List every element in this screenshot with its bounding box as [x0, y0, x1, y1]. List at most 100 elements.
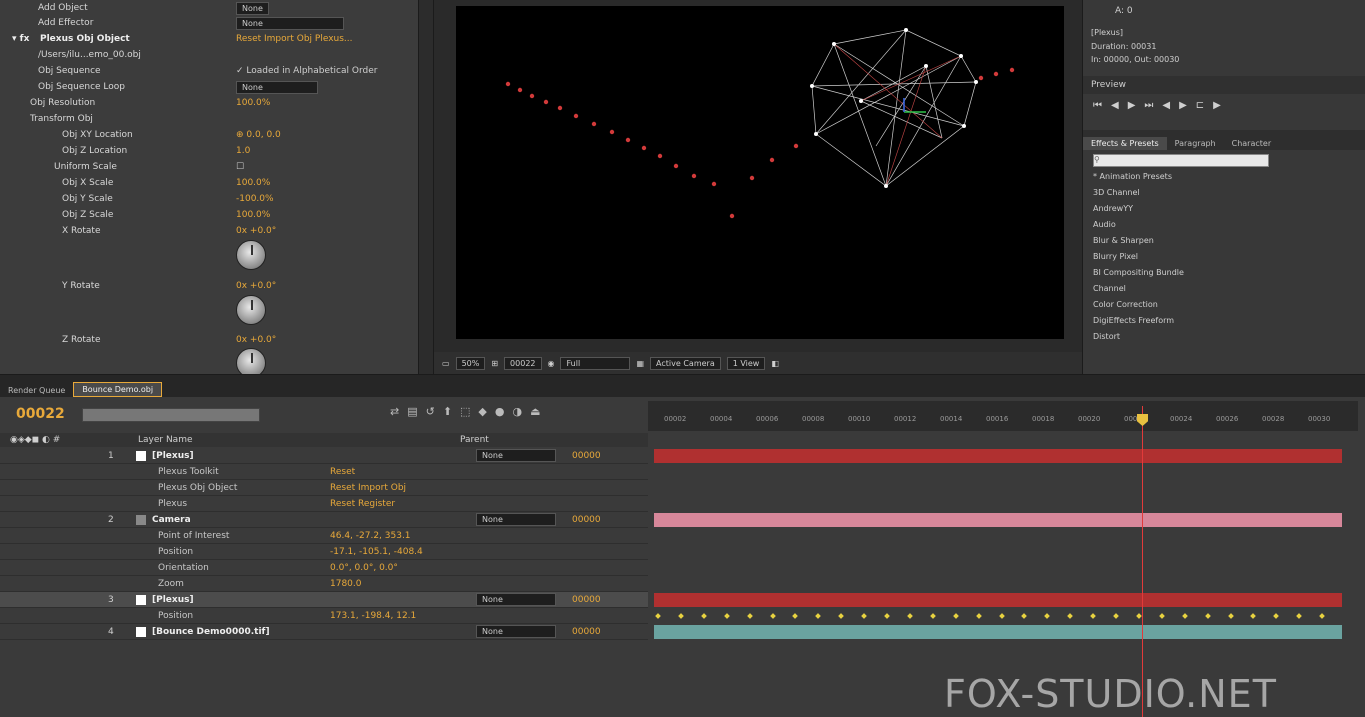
ec-group-plexus-obj[interactable]: ▾ fx Plexus Obj Object Reset Import Obj Pl…: [0, 31, 418, 47]
tab-bounce-demo[interactable]: Bounce Demo.obj: [73, 382, 163, 397]
snapshot-icon[interactable]: ◉: [548, 359, 555, 368]
layer-duration-bar[interactable]: [654, 625, 1342, 639]
ec-y-rotate[interactable]: Y Rotate 0x +0.0°: [0, 278, 418, 294]
effects-category[interactable]: DigiEffects Freeform: [1093, 316, 1174, 325]
ec-z-location[interactable]: Obj Z Location 1.0: [0, 143, 418, 159]
comp-canvas[interactable]: [456, 6, 1064, 339]
timeline-search-input[interactable]: [82, 408, 260, 422]
layer-duration-bar[interactable]: [654, 449, 1342, 463]
right-panels: A: 0 [Plexus] Duration: 00031 In: 00000,…: [1083, 0, 1365, 374]
ec-obj-sequence[interactable]: Obj Sequence ✓ Loaded in Alphabetical Ord…: [0, 63, 418, 79]
grid-icon[interactable]: ⊞: [491, 359, 498, 368]
group-toggle-icon[interactable]: ▾ fx: [12, 34, 29, 44]
keyframe[interactable]: [1158, 613, 1165, 619]
always-preview-icon[interactable]: ▭: [442, 359, 450, 368]
keyframe[interactable]: [1044, 613, 1051, 619]
ec-obj-resolution[interactable]: Obj Resolution 100.0%: [0, 95, 418, 111]
search-icon: ⚲: [1094, 155, 1100, 164]
ec-row-add-effector[interactable]: Add Effector None: [0, 15, 418, 31]
tab-character[interactable]: Character: [1224, 137, 1280, 150]
resolution-dropdown[interactable]: Full: [560, 356, 631, 370]
ec-x-rotate[interactable]: X Rotate 0x +0.0°: [0, 223, 418, 239]
effects-category[interactable]: 3D Channel: [1093, 188, 1140, 197]
timeline-timecode[interactable]: 00022: [16, 406, 65, 422]
tab-effects-presets[interactable]: Effects & Presets: [1083, 137, 1167, 150]
keyframe[interactable]: [1113, 613, 1119, 619]
timecode-field[interactable]: 00022: [504, 356, 542, 370]
keyframe[interactable]: [1273, 613, 1280, 619]
keyframe[interactable]: [907, 613, 913, 619]
keyframe[interactable]: [1296, 613, 1303, 619]
camera-dropdown[interactable]: Active Camera: [650, 356, 721, 370]
effects-category[interactable]: Blurry Pixel: [1093, 252, 1138, 261]
ruler-tick: 00026: [1216, 415, 1239, 423]
keyframe[interactable]: [769, 613, 776, 619]
ec-z-scale[interactable]: Obj Z Scale 100.0%: [0, 207, 418, 223]
keyframe[interactable]: [975, 613, 982, 619]
ec-obj-sequence-loop[interactable]: Obj Sequence Loop None: [0, 79, 418, 95]
info-alpha: A: 0: [1115, 6, 1133, 16]
keyframe[interactable]: [746, 613, 753, 619]
keyframe[interactable]: [884, 613, 890, 619]
info-inout: In: 00000, Out: 00030: [1091, 55, 1180, 64]
keyframe[interactable]: [1250, 613, 1257, 619]
timeline-ruler[interactable]: 00002 00004 00006 00008 00010 00012 00014 00016…: [648, 401, 1358, 431]
effects-search-input[interactable]: ⚲: [1093, 154, 1269, 167]
sequence-checkbox[interactable]: ✓ Loaded in Alphabetical Order: [236, 66, 377, 76]
effects-category[interactable]: Channel: [1093, 284, 1126, 293]
region-icon[interactable]: ▦: [636, 359, 644, 368]
keyframe[interactable]: [1319, 613, 1325, 619]
y-rotate-dial[interactable]: [236, 295, 266, 325]
keyframe[interactable]: [655, 613, 661, 619]
layer-duration-bar[interactable]: [654, 593, 1342, 607]
keyframe[interactable]: [1227, 613, 1234, 619]
keyframe[interactable]: [815, 613, 822, 619]
keyframe[interactable]: [1204, 613, 1211, 619]
ec-uniform-scale[interactable]: Uniform Scale ☐: [0, 159, 418, 175]
tab-paragraph[interactable]: Paragraph: [1167, 137, 1224, 150]
keyframe[interactable]: [1067, 613, 1074, 619]
preview-controls[interactable]: ⏮◀▶⏭◀▶⊏▶: [1093, 100, 1230, 111]
effects-category[interactable]: * Animation Presets: [1093, 172, 1172, 181]
effects-category[interactable]: AndrewYY: [1093, 204, 1133, 213]
keyframe[interactable]: [838, 613, 845, 619]
effect-controls-scrollbar[interactable]: [419, 0, 433, 374]
ec-transform-obj[interactable]: Transform Obj: [0, 111, 418, 127]
effects-category[interactable]: Color Correction: [1093, 300, 1158, 309]
crosshair-icon[interactable]: ⊕ 0.0, 0.0: [236, 130, 281, 140]
keyframe[interactable]: [1090, 613, 1096, 619]
zoom-dropdown[interactable]: 50%: [455, 356, 486, 370]
ec-x-scale[interactable]: Obj X Scale 100.0%: [0, 175, 418, 191]
effects-category[interactable]: Audio: [1093, 220, 1116, 229]
keyframe[interactable]: [678, 613, 684, 619]
keyframe[interactable]: [929, 613, 936, 619]
effects-category[interactable]: Blur & Sharpen: [1093, 236, 1154, 245]
effects-category[interactable]: Distort: [1093, 332, 1120, 341]
playhead[interactable]: [1142, 406, 1143, 717]
ec-row-add-object[interactable]: Add Object None: [0, 0, 418, 16]
keyframe[interactable]: [1181, 613, 1188, 619]
keyframe[interactable]: [700, 613, 707, 619]
keyframe[interactable]: [952, 613, 959, 619]
ec-y-scale[interactable]: Obj Y Scale -100.0%: [0, 191, 418, 207]
ec-xy-location[interactable]: Obj XY Location ⊕ 0.0, 0.0: [0, 127, 418, 143]
tab-render-queue[interactable]: Render Queue: [0, 384, 73, 397]
timeline-column-headers: ◉◈◆◼ ◐ # Layer Name Parent: [0, 433, 648, 447]
timeline-switches[interactable]: ⇄▤↺⬆⬚◆●◑⏏: [390, 405, 549, 418]
x-rotate-dial[interactable]: [236, 240, 266, 270]
z-rotate-dial[interactable]: [236, 348, 266, 374]
ruler-tick: 00006: [756, 415, 779, 423]
toggle-icon[interactable]: ◧: [771, 359, 779, 368]
ec-z-rotate[interactable]: Z Rotate 0x +0.0°: [0, 332, 418, 348]
keyframe[interactable]: [1136, 613, 1142, 619]
effects-category[interactable]: BI Compositing Bundle: [1093, 268, 1184, 277]
views-dropdown[interactable]: 1 View: [726, 356, 766, 370]
keyframe[interactable]: [861, 613, 867, 619]
uniform-checkbox[interactable]: ☐: [236, 162, 244, 172]
keyframe[interactable]: [723, 613, 730, 619]
keyframe[interactable]: [1021, 613, 1028, 619]
ec-obj-path: /Users/ilu...emo_00.obj: [38, 50, 141, 60]
keyframe[interactable]: [998, 613, 1005, 619]
layer-duration-bar[interactable]: [654, 513, 1342, 527]
keyframe[interactable]: [792, 613, 799, 619]
